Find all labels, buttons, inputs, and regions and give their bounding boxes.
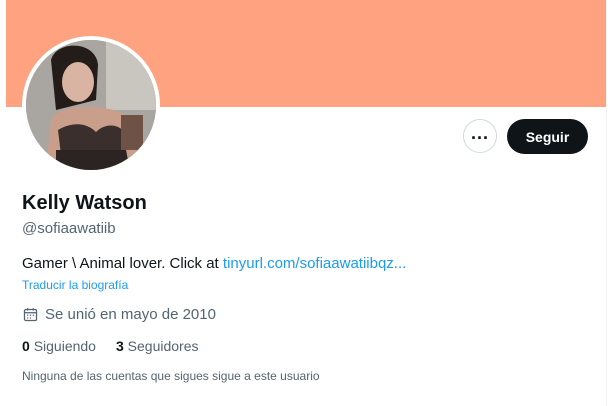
followers-label: Seguidores xyxy=(127,338,199,354)
bio-text: Gamer \ Animal lover. Click at xyxy=(22,255,223,272)
profile-bio: Gamer \ Animal lover. Click at tinyurl.c… xyxy=(22,255,406,272)
avatar-photo-icon xyxy=(26,40,156,170)
following-count: 0 xyxy=(22,338,30,354)
followers-link[interactable]: 3 Seguidores xyxy=(116,338,199,354)
calendar-icon xyxy=(23,308,38,322)
followers-count: 3 xyxy=(115,338,124,354)
avatar-image xyxy=(26,40,156,170)
more-horizontal-icon: ... xyxy=(470,123,489,143)
joined-date: Se unió en mayo de 2010 xyxy=(22,306,216,323)
bio-link[interactable]: tinyurl.com/sofiaawatiibqz... xyxy=(223,255,406,272)
joined-text: Se unió en mayo de 2010 xyxy=(45,306,216,323)
more-options-button[interactable]: ... xyxy=(463,119,497,153)
follow-stats: 0 Siguiendo 3 Seguidores xyxy=(22,338,198,354)
following-label: Siguiendo xyxy=(33,338,96,354)
follow-button[interactable]: Seguir xyxy=(507,119,588,154)
translate-bio-link[interactable]: Traducir la biografía xyxy=(22,278,128,292)
following-link[interactable]: 0 Siguiendo xyxy=(22,338,96,354)
profile-handle: @sofiaawatiib xyxy=(22,220,116,237)
profile-name: Kelly Watson xyxy=(22,192,147,214)
avatar[interactable] xyxy=(22,36,160,174)
right-border xyxy=(606,0,615,406)
mutual-followers-note: Ninguna de las cuentas que sigues sigue … xyxy=(22,369,320,383)
